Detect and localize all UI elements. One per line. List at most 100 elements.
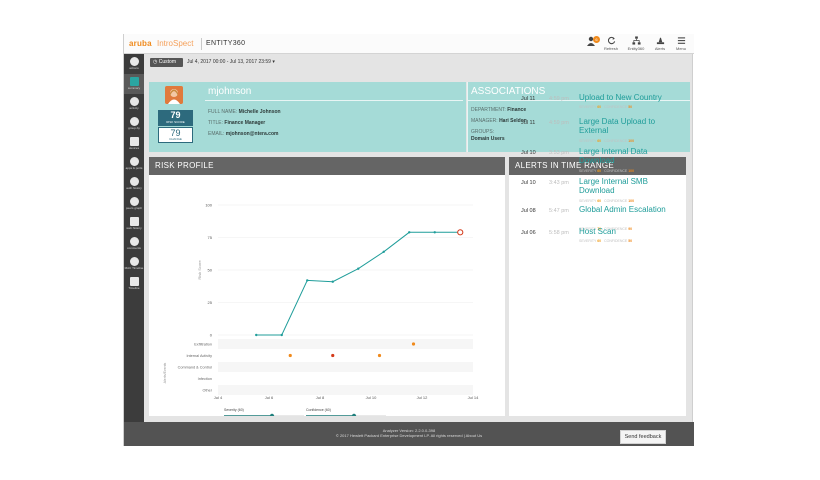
confidence-value: 50 (628, 105, 633, 109)
event-row (218, 373, 473, 384)
risk-point (433, 231, 436, 234)
sidebar-item-peers-graph[interactable]: peers graph (124, 194, 144, 214)
custom-range-button[interactable]: ◷ Custom (150, 58, 183, 67)
header-divider (201, 38, 202, 50)
sidebar-item-label: devices (128, 146, 140, 150)
event-marker (288, 353, 292, 358)
alert-title-link[interactable]: Upload to New Country (579, 93, 684, 103)
date-range-value: Jul 4, 2017 00:00 - Jul 13, 2017 23:59 (187, 59, 271, 65)
confidence-slider-label: Confidence (60) (306, 408, 331, 412)
sidebar-item-web-history[interactable]: web history (124, 214, 144, 234)
sidebar-item-summary[interactable]: summary (124, 74, 144, 94)
risk-point (331, 280, 334, 283)
top-bar: aruba IntroSpect ENTITY360 6 Refresh Ent… (124, 34, 694, 54)
event-category-label: Command & Control (178, 366, 213, 370)
alert-title-link[interactable]: Large Internal SMB Download (579, 177, 684, 195)
sidebar-item-label: summary (127, 86, 141, 90)
confidence-value: 100 (628, 169, 635, 173)
activity-icon (129, 97, 139, 106)
email-row: EMAIL: mjohnson@ntera.com (208, 131, 278, 137)
severity-label: SEVERITY (579, 239, 597, 243)
refresh-button[interactable]: Refresh (599, 36, 623, 53)
sidebar-item-comments[interactable]: comments (124, 234, 144, 254)
sidebar-item-timeline[interactable]: Timeline (124, 274, 144, 294)
copyright-text[interactable]: © 2017 Hewlett Packard Enterprise Develo… (124, 433, 694, 438)
severity-value: 60 (597, 199, 602, 203)
confidence-value: 50 (628, 239, 633, 243)
manager-label: MANAGER: (471, 118, 498, 124)
devices-icon (129, 137, 139, 146)
auth-icon (129, 177, 139, 186)
refresh-icon (607, 36, 615, 45)
full-name-value: Michelle Johnson (238, 109, 281, 115)
product-name: IntroSpect (157, 39, 194, 48)
menu-label: Menu (675, 46, 686, 51)
groups-row: Domain Users (471, 136, 505, 142)
severity-slider-handle[interactable] (269, 413, 275, 416)
app-window: aruba IntroSpect ENTITY360 6 Refresh Ent… (123, 34, 694, 446)
risk-point-current (457, 229, 464, 236)
event-category-label: Internal Activity (186, 354, 212, 358)
alert-meta: SEVERITY 60 CONFIDENCE 50 (579, 239, 632, 243)
send-feedback-button[interactable]: Send feedback (620, 430, 666, 444)
score-box: 79 RISK SCORE 79 CHANGE (158, 110, 193, 144)
refresh-label: Refresh (603, 46, 618, 51)
department-value: Finance (507, 107, 527, 113)
alert-date: Jul 10 (521, 150, 536, 156)
timeline-icon (129, 277, 139, 286)
sidebar-item-group-by[interactable]: group-by (124, 114, 144, 134)
alert-meta: SEVERITY 60 CONFIDENCE 100 (579, 139, 634, 143)
change-label: CHANGE (169, 137, 182, 141)
sidebar-item-apps-ports[interactable]: apps & ports (124, 154, 144, 174)
date-range-dropdown[interactable]: Jul 4, 2017 00:00 - Jul 13, 2017 23:59 ▾ (187, 58, 275, 67)
menu-icon (677, 37, 685, 44)
event-category-label: Exfiltration (194, 343, 212, 347)
sidebar-item-label: apps & ports (125, 166, 143, 170)
sidebar-item-mac-timeline[interactable]: MAC Timeline (124, 254, 144, 274)
confidence-label: CONFIDENCE (604, 239, 628, 243)
alert-meta: SEVERITY 60 CONFIDENCE 100 (579, 199, 634, 203)
alert-title-link[interactable]: Large Internal Data Download (579, 147, 684, 165)
alert-meta: SEVERITY 60 CONFIDENCE 50 (579, 105, 632, 109)
alert-time: 3:43 pm (549, 180, 569, 186)
full-name-label: FULL NAME: (208, 109, 238, 115)
event-row (218, 362, 473, 372)
menu-button[interactable]: Menu (669, 36, 693, 53)
risk-score-value: 79 (170, 110, 181, 120)
entity360-button[interactable]: Entity360 (624, 36, 648, 53)
sidebar-item-auth-history[interactable]: auth history (124, 174, 144, 194)
avatar (165, 86, 183, 104)
confidence-slider-handle[interactable] (351, 413, 357, 416)
web-icon (129, 217, 139, 226)
severity-slider-label: Severity (60) (224, 408, 244, 412)
severity-value: 60 (597, 239, 602, 243)
summary-icon (129, 77, 139, 86)
severity-label: SEVERITY (579, 105, 597, 109)
sidebar-item-label: auth history (126, 186, 142, 190)
severity-label: SEVERITY (579, 199, 597, 203)
groups-label: GROUPS: (471, 129, 495, 135)
event-category-label: Infection (198, 377, 212, 381)
brand-logo[interactable]: aruba (129, 39, 152, 48)
title-value: Finance Manager (224, 120, 266, 126)
sidebar-item-actions[interactable]: actions (124, 54, 144, 74)
department-row: DEPARTMENT: Finance (471, 107, 526, 113)
alert-title-link[interactable]: Host Scan (579, 227, 684, 237)
risk-point (280, 333, 283, 337)
profile-divider (205, 100, 463, 101)
groups-value[interactable]: Domain Users (471, 136, 505, 142)
sidebar-item-label: peers graph (125, 206, 142, 210)
x-tick-label: Jul 4 (214, 395, 223, 400)
sidebar-item-label: Timeline (128, 286, 140, 290)
email-value: mjohnson@ntera.com (225, 131, 279, 137)
alert-title-link[interactable]: Large Data Upload to External (579, 117, 684, 135)
alert-time: 4:59 pm (549, 120, 569, 126)
event-marker (331, 353, 335, 358)
event-axis-label: Alerts/Events (163, 362, 167, 383)
org-chart-icon (631, 36, 641, 45)
x-tick-label: Jul 6 (265, 395, 274, 400)
groups-label-row: GROUPS: (471, 129, 494, 135)
sidebar-item-devices[interactable]: devices (124, 134, 144, 154)
alert-title-link[interactable]: Global Admin Escalation (579, 205, 684, 215)
sidebar-item-activity[interactable]: activity (124, 94, 144, 114)
